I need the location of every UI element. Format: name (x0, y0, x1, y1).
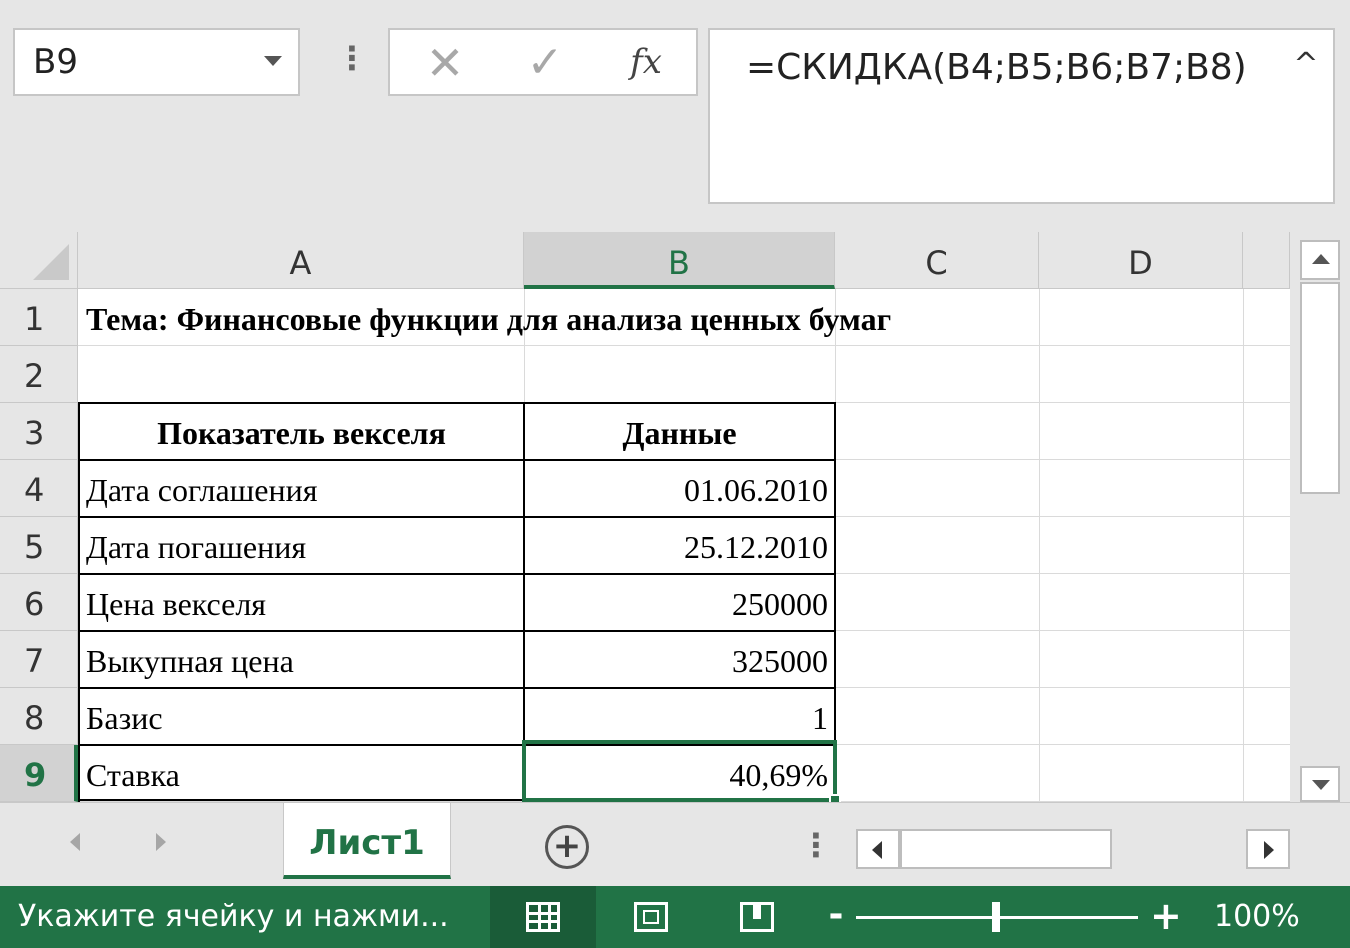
name-box[interactable]: B9 (13, 28, 300, 96)
zoom-out-button[interactable]: - (826, 886, 846, 948)
table-border (78, 402, 80, 802)
row-header-1[interactable]: 1 (0, 289, 78, 346)
fx-icon[interactable]: fx (618, 36, 674, 88)
cell-b5[interactable]: 25.12.2010 (525, 517, 828, 574)
page-layout-icon[interactable] (634, 902, 668, 932)
cell-a3[interactable]: Показатель векселя (80, 403, 523, 460)
cell-a4[interactable]: Дата соглашения (86, 460, 317, 517)
formula-buttons: ✕ ✓ fx (388, 28, 698, 96)
formula-bar-area: B9 ⋮ ✕ ✓ fx =СКИДКА(B4;B5;B6;B7;B8) ^ (0, 0, 1350, 232)
normal-view-icon (526, 902, 560, 932)
cell-a8[interactable]: Базис (86, 688, 163, 745)
arrow-left-icon (872, 841, 882, 859)
row-header-5[interactable]: 5 (0, 517, 78, 574)
arrow-up-icon (1312, 254, 1330, 264)
scroll-up-button[interactable] (1300, 240, 1340, 280)
horizontal-scrollbar[interactable] (856, 829, 1290, 869)
status-bar: Укажите ячейку и нажми... - + 100% (0, 886, 1350, 948)
scroll-thumb[interactable] (1300, 282, 1340, 494)
sheet-tabs-bar: Лист1 + ⋮ (0, 802, 1350, 886)
cell-b4[interactable]: 01.06.2010 (525, 460, 828, 517)
row-header-8[interactable]: 8 (0, 688, 78, 745)
zoom-level[interactable]: 100% (1214, 886, 1300, 948)
formula-text: =СКИДКА(B4;B5;B6;B7;B8) (746, 47, 1247, 88)
collapse-icon[interactable]: ^ (1291, 50, 1321, 80)
page-break-icon[interactable] (740, 902, 774, 932)
column-header-b[interactable]: B (524, 232, 835, 289)
row-header-3[interactable]: 3 (0, 403, 78, 460)
row-header-9[interactable]: 9 (0, 745, 78, 802)
horizontal-scroll-thumb[interactable] (900, 829, 1112, 869)
sheet-grid[interactable]: A B C D 1 2 3 4 5 6 7 8 9 Тема: Финансов… (0, 232, 1290, 806)
active-cell-selection (522, 740, 837, 802)
cell-b6[interactable]: 250000 (525, 574, 828, 631)
arrow-down-icon (1312, 780, 1330, 790)
scroll-right-button[interactable] (1246, 829, 1290, 869)
scroll-down-button[interactable] (1300, 766, 1340, 802)
tab-sheet1[interactable]: Лист1 (283, 803, 451, 879)
page-break-inner (753, 905, 761, 919)
column-header-next[interactable] (1243, 232, 1290, 289)
zoom-in-button[interactable]: + (1150, 886, 1182, 948)
name-box-value: B9 (33, 42, 78, 82)
column-header-d[interactable]: D (1039, 232, 1243, 289)
select-all-icon (33, 244, 69, 280)
cell-b3[interactable]: Данные (525, 403, 834, 460)
cell-a9[interactable]: Ставка (86, 745, 180, 802)
next-sheet-icon[interactable] (156, 833, 166, 851)
gridline (1039, 289, 1040, 802)
zoom-slider-thumb[interactable] (992, 902, 1000, 932)
arrow-right-icon (1264, 841, 1274, 859)
select-all-corner[interactable] (0, 232, 78, 289)
column-header-a[interactable]: A (78, 232, 524, 289)
gridline (1243, 289, 1244, 802)
more-options-icon[interactable]: ⋮ (336, 40, 368, 80)
cell-b8[interactable]: 1 (525, 688, 828, 745)
cell-a5[interactable]: Дата погашения (86, 517, 306, 574)
cell-a6[interactable]: Цена векселя (86, 574, 266, 631)
row-header-2[interactable]: 2 (0, 346, 78, 403)
formula-input[interactable]: =СКИДКА(B4;B5;B6;B7;B8) ^ (708, 28, 1335, 204)
scroll-left-button[interactable] (856, 829, 900, 869)
cell-b7[interactable]: 325000 (525, 631, 828, 688)
tabs-splitter-icon[interactable]: ⋮ (800, 827, 832, 867)
vertical-scrollbar[interactable] (1290, 232, 1350, 802)
add-sheet-icon[interactable]: + (545, 825, 589, 869)
previous-sheet-icon[interactable] (70, 833, 80, 851)
row-header-6[interactable]: 6 (0, 574, 78, 631)
column-header-c[interactable]: C (835, 232, 1039, 289)
chevron-down-icon[interactable] (264, 56, 282, 66)
normal-view-button[interactable] (490, 886, 596, 948)
cell-a7[interactable]: Выкупная цена (86, 631, 294, 688)
row-header-4[interactable]: 4 (0, 460, 78, 517)
page-layout-inner (643, 910, 659, 924)
row-header-7[interactable]: 7 (0, 631, 78, 688)
cancel-icon[interactable]: ✕ (420, 38, 470, 88)
cell-a1[interactable]: Тема: Финансовые функции для анализа цен… (86, 289, 891, 346)
enter-icon[interactable]: ✓ (520, 38, 570, 88)
status-message: Укажите ячейку и нажми... (18, 899, 449, 934)
